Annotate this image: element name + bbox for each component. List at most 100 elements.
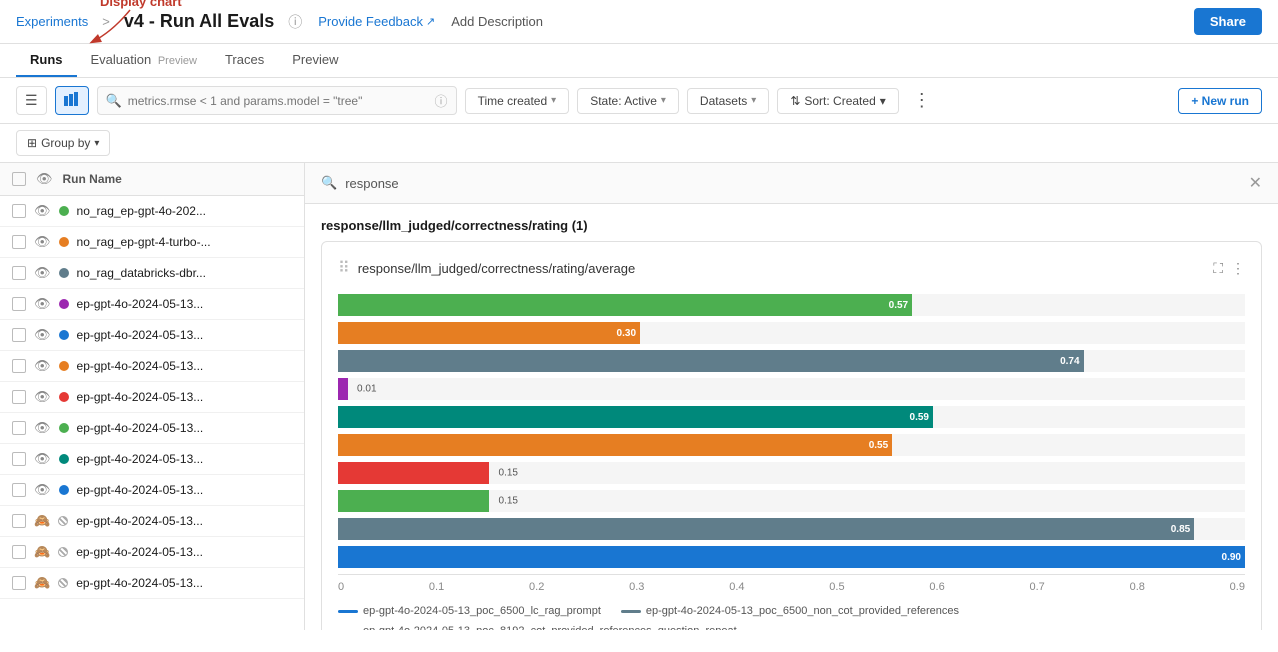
fullscreen-button[interactable]: ⛶ xyxy=(1213,260,1223,277)
table-row[interactable]: 👁 no_rag_ep-gpt-4o-202... xyxy=(0,196,304,227)
drag-handle-icon[interactable]: ⠿ xyxy=(338,258,350,278)
row-checkbox[interactable] xyxy=(12,483,26,497)
bar-value-label: 0.59 xyxy=(910,412,929,423)
visibility-toggle-icon[interactable]: 👁 xyxy=(34,420,51,436)
row-checkbox[interactable] xyxy=(12,235,26,249)
bar[interactable]: 0.59 xyxy=(338,406,933,428)
time-created-filter[interactable]: Time created ▾ xyxy=(465,88,570,114)
table-row[interactable]: 👁ep-gpt-4o-2024-05-13... xyxy=(0,444,304,475)
visibility-toggle-icon[interactable]: 👁 xyxy=(34,327,51,343)
state-active-filter[interactable]: State: Active ▾ xyxy=(577,88,679,114)
datasets-filter[interactable]: Datasets ▾ xyxy=(687,88,769,114)
row-checkbox[interactable] xyxy=(12,359,26,373)
bar[interactable]: 0.55 xyxy=(338,434,892,456)
more-options-button[interactable]: ⋮ xyxy=(907,90,937,111)
list-icon: ☰ xyxy=(25,92,38,109)
run-name-label: ep-gpt-4o-2024-05-13... xyxy=(77,359,292,373)
visibility-toggle-icon[interactable]: 👁 xyxy=(34,296,51,312)
table-row[interactable]: 👁ep-gpt-4o-2024-05-13... xyxy=(0,320,304,351)
bar-row: 0.85 xyxy=(338,518,1245,540)
run-name-label: ep-gpt-4o-2024-05-13... xyxy=(77,483,292,497)
bar-row: 0.74 xyxy=(338,350,1245,372)
bar[interactable] xyxy=(338,378,348,400)
table-row[interactable]: 👁ep-gpt-4o-2024-05-13... xyxy=(0,289,304,320)
row-checkbox[interactable] xyxy=(12,514,26,528)
bar-value-label: 0.01 xyxy=(357,384,376,395)
bar[interactable]: 0.74 xyxy=(338,350,1084,372)
row-checkbox[interactable] xyxy=(12,421,26,435)
add-description-button[interactable]: Add Description xyxy=(451,14,543,29)
row-checkbox[interactable] xyxy=(12,390,26,404)
share-button[interactable]: Share xyxy=(1194,8,1262,35)
chevron-down-icon: ▾ xyxy=(661,95,666,106)
table-row[interactable]: 🙈ep-gpt-4o-2024-05-13... xyxy=(0,568,304,599)
table-row[interactable]: 🙈ep-gpt-4o-2024-05-13... xyxy=(0,537,304,568)
run-name-label: ep-gpt-4o-2024-05-13... xyxy=(77,390,292,404)
run-name-label: no_rag_ep-gpt-4-turbo-... xyxy=(77,235,292,249)
run-color-dot xyxy=(59,392,69,402)
tab-evaluation[interactable]: Evaluation Preview xyxy=(77,44,211,77)
info-icon[interactable]: ⓘ xyxy=(288,12,302,32)
bar[interactable]: 0.30 xyxy=(338,322,640,344)
row-checkbox[interactable] xyxy=(12,266,26,280)
row-checkbox[interactable] xyxy=(12,576,26,590)
breadcrumb-experiments[interactable]: Experiments xyxy=(16,14,88,29)
search-input[interactable] xyxy=(128,94,429,108)
visibility-toggle-icon[interactable]: 🙈 xyxy=(34,513,50,529)
tabs-bar: Runs Evaluation Preview Traces Preview D… xyxy=(0,44,1278,78)
run-name-label: no_rag_ep-gpt-4o-202... xyxy=(77,204,292,218)
run-color-dot xyxy=(59,423,69,433)
feedback-link[interactable]: Provide Feedback ↗ xyxy=(318,14,435,29)
visibility-toggle-icon[interactable]: 👁 xyxy=(34,265,51,281)
bar[interactable] xyxy=(338,490,489,512)
bar[interactable] xyxy=(338,462,489,484)
clear-search-button[interactable]: ✕ xyxy=(1249,173,1262,193)
visibility-toggle-icon[interactable]: 👁 xyxy=(34,358,51,374)
bar-row: 0.59 xyxy=(338,406,1245,428)
chart-panel: 🔍 ✕ response/llm_judged/correctness/rati… xyxy=(305,163,1278,630)
tab-traces[interactable]: Traces xyxy=(211,44,278,77)
tab-runs[interactable]: Runs xyxy=(16,44,77,77)
visibility-toggle-icon[interactable]: 🙈 xyxy=(34,544,50,560)
bar[interactable]: 0.90 xyxy=(338,546,1245,568)
new-run-button[interactable]: + New run xyxy=(1178,88,1262,114)
bar[interactable]: 0.57 xyxy=(338,294,912,316)
external-link-icon: ↗ xyxy=(426,15,435,28)
chart-card-title: response/llm_judged/correctness/rating/a… xyxy=(358,261,636,276)
select-all-checkbox[interactable] xyxy=(12,172,26,186)
table-row[interactable]: 🙈ep-gpt-4o-2024-05-13... xyxy=(0,506,304,537)
visibility-toggle-icon[interactable]: 👁 xyxy=(34,203,51,219)
row-checkbox[interactable] xyxy=(12,452,26,466)
table-row[interactable]: 👁 no_rag_ep-gpt-4-turbo-... xyxy=(0,227,304,258)
table-row[interactable]: 👁 ep-gpt-4o-2024-05-13... xyxy=(0,382,304,413)
visibility-toggle-icon[interactable]: 👁 xyxy=(34,389,51,405)
run-name-column-header: Run Name xyxy=(63,172,292,186)
run-name-label: no_rag_databricks-dbr... xyxy=(77,266,292,280)
run-name-label: ep-gpt-4o-2024-05-13... xyxy=(77,421,292,435)
visibility-toggle-icon[interactable]: 👁 xyxy=(34,482,51,498)
legend-label: ep-gpt-4o-2024-05-13_poc_6500_lc_rag_pro… xyxy=(363,605,601,617)
row-checkbox[interactable] xyxy=(12,204,26,218)
visibility-toggle-icon[interactable]: 👁 xyxy=(34,234,51,250)
row-checkbox[interactable] xyxy=(12,297,26,311)
run-color-dot xyxy=(59,299,69,309)
table-row[interactable]: 👁 ep-gpt-4o-2024-05-13... xyxy=(0,351,304,382)
tab-traces-preview[interactable]: Preview xyxy=(278,44,352,77)
more-chart-options-button[interactable]: ⋮ xyxy=(1231,260,1245,277)
table-row[interactable]: 👁 no_rag_databricks-dbr... xyxy=(0,258,304,289)
table-row[interactable]: 👁 ep-gpt-4o-2024-05-13... xyxy=(0,413,304,444)
sort-button[interactable]: ⇅ Sort: Created ▾ xyxy=(777,88,898,114)
table-row[interactable]: 👁 ep-gpt-4o-2024-05-13... xyxy=(0,475,304,506)
visibility-toggle-icon[interactable]: 👁 xyxy=(34,451,51,467)
x-axis-label: 0.8 xyxy=(1130,581,1145,593)
visibility-toggle-icon[interactable]: 🙈 xyxy=(34,575,50,591)
bar[interactable]: 0.85 xyxy=(338,518,1194,540)
group-by-button[interactable]: ⊞ Group by ▾ xyxy=(16,130,110,156)
chart-view-button[interactable] xyxy=(55,86,89,115)
row-checkbox[interactable] xyxy=(12,545,26,559)
info-icon-search[interactable]: ⓘ xyxy=(435,91,448,110)
row-checkbox[interactable] xyxy=(12,328,26,342)
chart-search-input[interactable] xyxy=(345,176,1240,191)
legend-label: ep-gpt-4o-2024-05-13_poc_8192_cot_provid… xyxy=(363,625,737,630)
list-view-button[interactable]: ☰ xyxy=(16,86,47,115)
